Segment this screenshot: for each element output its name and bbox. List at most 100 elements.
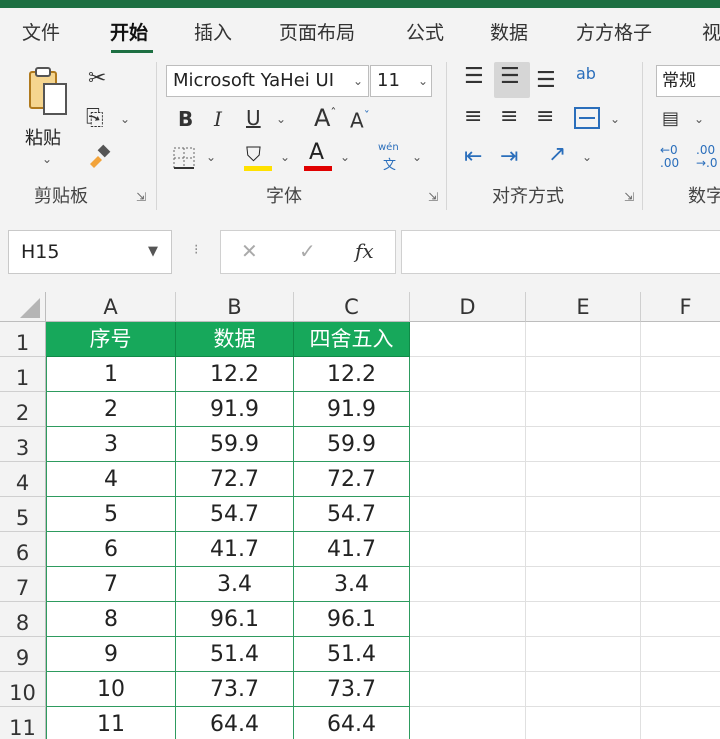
table-cell[interactable]: 91.9: [294, 392, 410, 427]
tab-insert[interactable]: 插入: [194, 18, 232, 45]
formula-input[interactable]: [401, 230, 720, 274]
chevron-down-icon[interactable]: ⌄: [340, 150, 350, 164]
chevron-down-icon[interactable]: ⌄: [694, 112, 704, 126]
row-header[interactable]: 3: [0, 427, 46, 462]
decrease-indent-icon[interactable]: ⇤: [464, 146, 482, 168]
empty-cell[interactable]: [410, 462, 526, 497]
chevron-down-icon[interactable]: ⌄: [276, 112, 286, 126]
chevron-down-icon[interactable]: ⌄: [353, 74, 363, 88]
row-header[interactable]: 1: [0, 357, 46, 392]
empty-cell[interactable]: [410, 532, 526, 567]
tab-formulas[interactable]: 公式: [406, 18, 444, 45]
table-cell[interactable]: 54.7: [176, 497, 294, 532]
chevron-down-icon[interactable]: ▼: [148, 244, 158, 259]
fill-color-button[interactable]: ⛉: [244, 142, 274, 172]
empty-cell[interactable]: [410, 602, 526, 637]
chevron-down-icon[interactable]: ⌄: [582, 150, 592, 164]
empty-cell[interactable]: [641, 602, 720, 637]
row-header[interactable]: 2: [0, 392, 46, 427]
number-format-box[interactable]: 常规: [656, 65, 720, 97]
font-color-button[interactable]: A: [304, 140, 334, 172]
chevron-down-icon[interactable]: ⌄: [206, 150, 216, 164]
table-cell[interactable]: 51.4: [176, 637, 294, 672]
chevron-down-icon[interactable]: ⌄: [418, 74, 428, 88]
empty-cell[interactable]: [526, 567, 641, 602]
empty-cell[interactable]: [526, 462, 641, 497]
underline-button[interactable]: U: [246, 108, 261, 128]
empty-cell[interactable]: [410, 672, 526, 707]
chevron-down-icon[interactable]: ⌄: [280, 150, 290, 164]
dialog-launcher-icon[interactable]: ⇲: [624, 190, 634, 204]
dialog-launcher-icon[interactable]: ⇲: [428, 190, 438, 204]
empty-cell[interactable]: [526, 427, 641, 462]
insert-function-icon[interactable]: fx: [355, 239, 374, 263]
align-top-icon[interactable]: ☰: [464, 66, 484, 88]
table-header-cell[interactable]: 四舍五入: [294, 322, 410, 357]
table-cell[interactable]: 9: [46, 637, 176, 672]
align-right-icon[interactable]: ≡: [536, 106, 554, 128]
decrease-font-size-icon[interactable]: Aˇ: [350, 110, 370, 131]
empty-cell[interactable]: [641, 672, 720, 707]
row-header[interactable]: 10: [0, 672, 46, 707]
column-header-d[interactable]: D: [410, 292, 526, 322]
empty-cell[interactable]: [641, 462, 720, 497]
empty-cell[interactable]: [641, 357, 720, 392]
tab-view[interactable]: 视: [702, 18, 720, 45]
table-cell[interactable]: 64.4: [294, 707, 410, 739]
empty-cell[interactable]: [526, 392, 641, 427]
empty-cell[interactable]: [641, 707, 720, 739]
empty-cell[interactable]: [410, 567, 526, 602]
row-header[interactable]: 5: [0, 497, 46, 532]
row-header[interactable]: 6: [0, 532, 46, 567]
table-cell[interactable]: 2: [46, 392, 176, 427]
row-header[interactable]: 4: [0, 462, 46, 497]
borders-icon[interactable]: [172, 146, 196, 170]
empty-cell[interactable]: [641, 322, 720, 357]
wrap-text-icon[interactable]: ab: [576, 66, 596, 82]
tab-home[interactable]: 开始: [110, 18, 148, 45]
table-cell[interactable]: 96.1: [294, 602, 410, 637]
enter-icon[interactable]: ✓: [299, 239, 316, 263]
table-cell[interactable]: 72.7: [176, 462, 294, 497]
accounting-format-icon[interactable]: ▤: [662, 110, 679, 128]
table-cell[interactable]: 59.9: [176, 427, 294, 462]
empty-cell[interactable]: [410, 707, 526, 739]
table-cell[interactable]: 11: [46, 707, 176, 739]
format-painter-icon[interactable]: [86, 144, 112, 170]
row-header[interactable]: 7: [0, 567, 46, 602]
tab-data[interactable]: 数据: [490, 18, 528, 45]
table-cell[interactable]: 3.4: [176, 567, 294, 602]
empty-cell[interactable]: [641, 427, 720, 462]
table-cell[interactable]: 54.7: [294, 497, 410, 532]
table-cell[interactable]: 41.7: [294, 532, 410, 567]
empty-cell[interactable]: [526, 497, 641, 532]
empty-cell[interactable]: [641, 392, 720, 427]
tab-page-layout[interactable]: 页面布局: [279, 18, 355, 45]
copy-icon[interactable]: ⎘: [86, 108, 104, 130]
tab-fangfang-gezi[interactable]: 方方格子: [576, 18, 652, 45]
cut-icon[interactable]: ✂: [88, 68, 106, 90]
empty-cell[interactable]: [526, 532, 641, 567]
column-header-b[interactable]: B: [176, 292, 294, 322]
increase-indent-icon[interactable]: ⇥: [500, 146, 518, 168]
bold-button[interactable]: B: [178, 109, 193, 129]
font-name-box[interactable]: Microsoft YaHei UI: [166, 65, 369, 97]
row-header[interactable]: 8: [0, 602, 46, 637]
empty-cell[interactable]: [410, 357, 526, 392]
cancel-icon[interactable]: ✕: [241, 239, 258, 263]
empty-cell[interactable]: [526, 357, 641, 392]
tab-file[interactable]: 文件: [22, 18, 60, 45]
align-bottom-icon[interactable]: ☰: [536, 70, 556, 92]
empty-cell[interactable]: [410, 497, 526, 532]
table-cell[interactable]: 10: [46, 672, 176, 707]
empty-cell[interactable]: [410, 392, 526, 427]
chevron-down-icon[interactable]: ⌄: [610, 112, 620, 126]
empty-cell[interactable]: [526, 322, 641, 357]
table-cell[interactable]: 12.2: [294, 357, 410, 392]
empty-cell[interactable]: [641, 532, 720, 567]
empty-cell[interactable]: [641, 637, 720, 672]
increase-decimal-button[interactable]: ←0 .00: [660, 144, 688, 174]
table-cell[interactable]: 5: [46, 497, 176, 532]
column-header-f[interactable]: F: [641, 292, 720, 322]
empty-cell[interactable]: [410, 322, 526, 357]
